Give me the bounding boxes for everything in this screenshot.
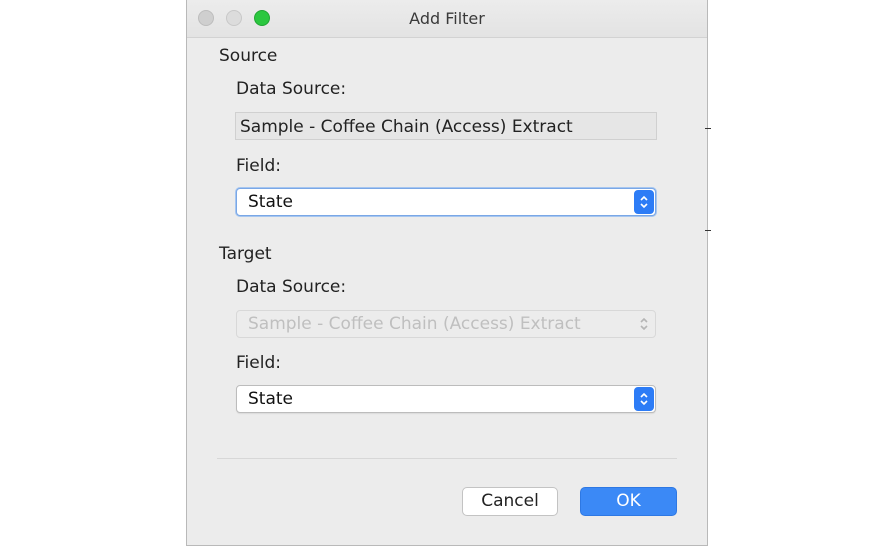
chevron-up-down-icon[interactable]: [634, 387, 654, 411]
add-filter-dialog: Add Filter Source Data Source: Sample - …: [186, 0, 708, 546]
cancel-button[interactable]: Cancel: [462, 487, 558, 516]
target-field-value: State: [248, 389, 293, 409]
target-field-label: Field:: [236, 353, 281, 373]
background-edge-mark: [705, 230, 711, 231]
divider: [217, 458, 677, 459]
target-heading: Target: [219, 244, 272, 264]
background-edge-mark: [705, 128, 711, 129]
source-data-source-value: Sample - Coffee Chain (Access) Extract: [235, 112, 657, 140]
chevron-up-down-icon: [634, 312, 654, 336]
source-data-source-label: Data Source:: [236, 79, 347, 99]
target-field-select[interactable]: State: [236, 385, 656, 413]
source-field-label: Field:: [236, 156, 281, 176]
title-bar[interactable]: Add Filter: [187, 0, 707, 38]
ok-button[interactable]: OK: [580, 487, 677, 516]
window-title: Add Filter: [409, 9, 485, 28]
target-data-source-label: Data Source:: [236, 277, 347, 297]
source-field-select[interactable]: State: [236, 188, 656, 216]
source-heading: Source: [219, 46, 278, 66]
chevron-up-down-icon[interactable]: [634, 190, 654, 214]
source-field-value: State: [248, 192, 293, 212]
target-data-source-select: Sample - Coffee Chain (Access) Extract: [236, 310, 656, 338]
target-data-source-value: Sample - Coffee Chain (Access) Extract: [248, 314, 581, 334]
